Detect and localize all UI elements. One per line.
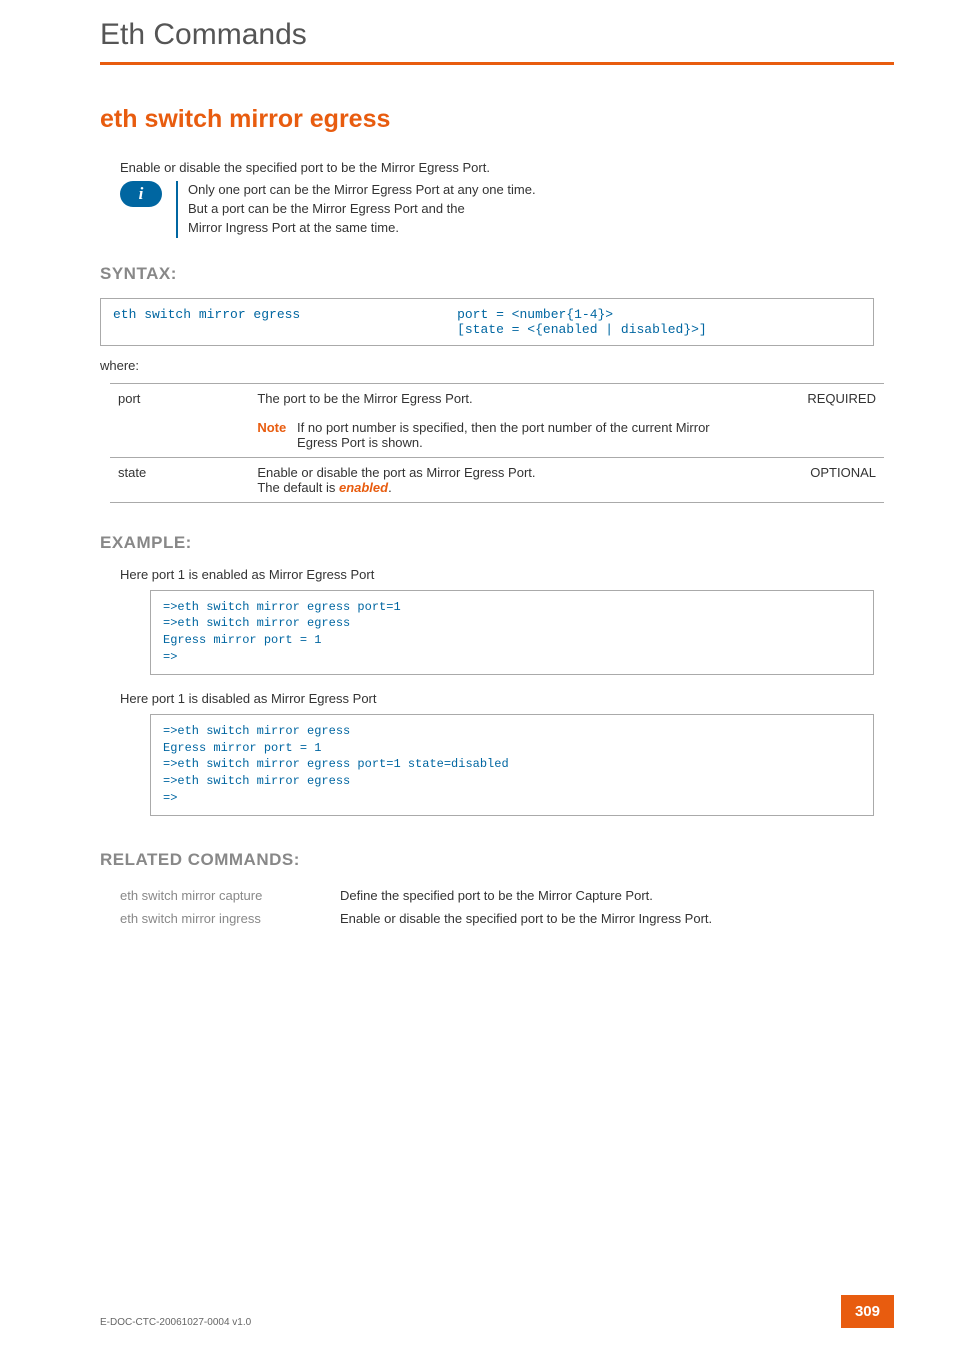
- syntax-box: eth switch mirror egress port = <number{…: [100, 298, 874, 346]
- related-row: eth switch mirror capture Define the spe…: [120, 888, 874, 903]
- example-intro-1: Here port 1 is enabled as Mirror Egress …: [120, 567, 874, 582]
- param-req: OPTIONAL: [776, 457, 884, 502]
- example-intro-2: Here port 1 is disabled as Mirror Egress…: [120, 691, 874, 706]
- code-box-1: =>eth switch mirror egress port=1 =>eth …: [150, 590, 874, 675]
- related-label: RELATED COMMANDS:: [100, 850, 874, 870]
- state-desc-line1: Enable or disable the port as Mirror Egr…: [257, 465, 535, 480]
- page-title: Eth Commands: [0, 0, 954, 62]
- param-desc: The port to be the Mirror Egress Port.: [249, 383, 775, 413]
- param-name: port: [110, 383, 249, 413]
- related-cmd-desc: Enable or disable the specified port to …: [340, 911, 874, 926]
- doc-id: E-DOC-CTC-20061027-0004 v1.0: [100, 1317, 251, 1328]
- table-row: state Enable or disable the port as Mirr…: [110, 457, 884, 502]
- info-line2: But a port can be the Mirror Egress Port…: [188, 201, 465, 216]
- info-text: Only one port can be the Mirror Egress P…: [188, 181, 536, 238]
- param-desc: Enable or disable the port as Mirror Egr…: [249, 457, 775, 502]
- info-line1: Only one port can be the Mirror Egress P…: [188, 182, 536, 197]
- footer: E-DOC-CTC-20061027-0004 v1.0 309: [100, 1295, 894, 1328]
- state-desc-suffix: .: [388, 480, 392, 495]
- param-name: state: [110, 457, 249, 502]
- related-cmd-desc: Define the specified port to be the Mirr…: [340, 888, 874, 903]
- state-desc-prefix: The default is: [257, 480, 339, 495]
- page-number-badge: 309: [841, 1295, 894, 1328]
- param-req: REQUIRED: [776, 383, 884, 413]
- related-row: eth switch mirror ingress Enable or disa…: [120, 911, 874, 926]
- empty-cell: [776, 413, 884, 458]
- note-text: If no port number is specified, then the…: [297, 420, 715, 450]
- intro-text: Enable or disable the specified port to …: [120, 160, 874, 175]
- empty-cell: [110, 413, 249, 458]
- note-label: Note: [257, 420, 286, 435]
- content-area: eth switch mirror egress Enable or disab…: [0, 65, 954, 926]
- code-box-2: =>eth switch mirror egress Egress mirror…: [150, 714, 874, 816]
- info-bar: [176, 181, 178, 238]
- where-label: where:: [100, 358, 874, 373]
- syntax-arg1: port = <number{1-4}>: [457, 307, 861, 322]
- info-line3: Mirror Ingress Port at the same time.: [188, 220, 399, 235]
- related-cmd-name: eth switch mirror capture: [120, 888, 340, 903]
- command-heading: eth switch mirror egress: [100, 105, 874, 134]
- related-commands: eth switch mirror capture Define the spe…: [120, 888, 874, 926]
- default-value: enabled: [339, 480, 388, 495]
- table-row: port The port to be the Mirror Egress Po…: [110, 383, 884, 413]
- info-callout: i Only one port can be the Mirror Egress…: [120, 181, 874, 238]
- syntax-arg2: [state = <{enabled | disabled}>]: [457, 322, 861, 337]
- related-cmd-name: eth switch mirror ingress: [120, 911, 340, 926]
- params-table: port The port to be the Mirror Egress Po…: [110, 383, 884, 503]
- syntax-label: SYNTAX:: [100, 264, 874, 284]
- example-label: EXAMPLE:: [100, 533, 874, 553]
- table-row-note: Note If no port number is specified, the…: [110, 413, 884, 458]
- info-icon: i: [120, 181, 162, 207]
- syntax-command: eth switch mirror egress: [113, 307, 457, 337]
- syntax-args: port = <number{1-4}> [state = <{enabled …: [457, 307, 861, 337]
